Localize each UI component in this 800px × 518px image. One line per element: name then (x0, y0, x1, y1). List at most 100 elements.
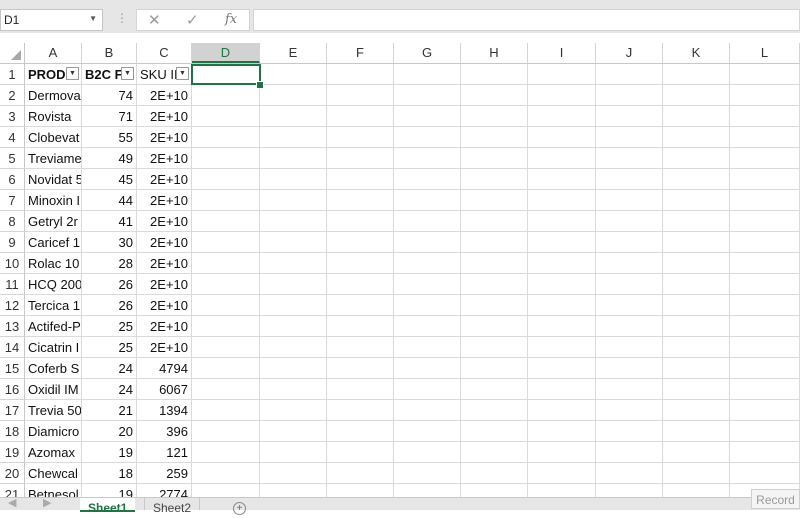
cell-b[interactable]: 45 (82, 169, 137, 190)
cell-c[interactable]: SKU II ▼ (137, 64, 192, 85)
cell-h[interactable] (461, 211, 528, 232)
cell-h[interactable] (461, 463, 528, 484)
cell-d[interactable] (192, 127, 260, 148)
cell-k[interactable] (663, 190, 730, 211)
cell-e[interactable] (260, 85, 327, 106)
cell-d[interactable] (192, 295, 260, 316)
cell-j[interactable] (596, 64, 663, 85)
row-header[interactable]: 14 (0, 337, 25, 358)
cell-i[interactable] (528, 106, 596, 127)
cell-g[interactable] (394, 211, 461, 232)
cell-f[interactable] (327, 484, 394, 497)
row-header[interactable]: 19 (0, 442, 25, 463)
cell-h[interactable] (461, 169, 528, 190)
cell-d[interactable] (192, 442, 260, 463)
cell-l[interactable] (730, 442, 800, 463)
cell-g[interactable] (394, 484, 461, 497)
cell-d[interactable] (192, 211, 260, 232)
cell-i[interactable] (528, 190, 596, 211)
cell-g[interactable] (394, 400, 461, 421)
cell-f[interactable] (327, 106, 394, 127)
cell-b[interactable]: 49 (82, 148, 137, 169)
cell-e[interactable] (260, 484, 327, 497)
cell-e[interactable] (260, 274, 327, 295)
cell-a[interactable]: Coferb S (25, 358, 82, 379)
cell-k[interactable] (663, 106, 730, 127)
column-header-d[interactable]: D (192, 43, 260, 63)
cell-c[interactable]: 2E+10 (137, 127, 192, 148)
cell-i[interactable] (528, 127, 596, 148)
cell-f[interactable] (327, 64, 394, 85)
cell-c[interactable]: 2E+10 (137, 148, 192, 169)
cell-a[interactable]: Actifed-P (25, 316, 82, 337)
cell-i[interactable] (528, 337, 596, 358)
cell-i[interactable] (528, 442, 596, 463)
filter-dropdown-icon[interactable]: ▼ (121, 67, 134, 80)
cell-l[interactable] (730, 274, 800, 295)
cell-l[interactable] (730, 379, 800, 400)
cell-j[interactable] (596, 148, 663, 169)
column-header-h[interactable]: H (461, 43, 528, 63)
cell-b[interactable]: 24 (82, 379, 137, 400)
cell-k[interactable] (663, 463, 730, 484)
cell-b[interactable]: 26 (82, 295, 137, 316)
row-header[interactable]: 8 (0, 211, 25, 232)
cell-e[interactable] (260, 337, 327, 358)
cell-b[interactable]: 21 (82, 400, 137, 421)
cell-g[interactable] (394, 421, 461, 442)
cell-c[interactable]: 2E+10 (137, 211, 192, 232)
cell-g[interactable] (394, 148, 461, 169)
cell-a[interactable]: Diamicro (25, 421, 82, 442)
column-header-k[interactable]: K (663, 43, 730, 63)
cell-c[interactable]: 2E+10 (137, 232, 192, 253)
cell-j[interactable] (596, 484, 663, 497)
cell-i[interactable] (528, 211, 596, 232)
cell-a[interactable]: Getryl 2r (25, 211, 82, 232)
cell-e[interactable] (260, 232, 327, 253)
cell-d[interactable] (192, 316, 260, 337)
cell-d[interactable] (192, 232, 260, 253)
cell-c[interactable]: 1394 (137, 400, 192, 421)
cell-f[interactable] (327, 211, 394, 232)
cell-j[interactable] (596, 379, 663, 400)
fill-handle[interactable] (256, 81, 264, 89)
cell-h[interactable] (461, 379, 528, 400)
cell-e[interactable] (260, 358, 327, 379)
cell-l[interactable] (730, 337, 800, 358)
cell-l[interactable] (730, 127, 800, 148)
cell-d[interactable] (192, 379, 260, 400)
cell-h[interactable] (461, 106, 528, 127)
cell-h[interactable] (461, 127, 528, 148)
cell-g[interactable] (394, 169, 461, 190)
cell-a[interactable]: Tercica 1 (25, 295, 82, 316)
cell-g[interactable] (394, 337, 461, 358)
cell-h[interactable] (461, 253, 528, 274)
cell-k[interactable] (663, 484, 730, 497)
cell-h[interactable] (461, 337, 528, 358)
cell-a[interactable]: Chewcal (25, 463, 82, 484)
cell-e[interactable] (260, 463, 327, 484)
cell-l[interactable] (730, 358, 800, 379)
cell-j[interactable] (596, 400, 663, 421)
cell-b[interactable]: 25 (82, 337, 137, 358)
cell-c[interactable]: 396 (137, 421, 192, 442)
cell-k[interactable] (663, 316, 730, 337)
cell-i[interactable] (528, 64, 596, 85)
cell-f[interactable] (327, 421, 394, 442)
row-header[interactable]: 20 (0, 463, 25, 484)
cell-g[interactable] (394, 253, 461, 274)
cell-e[interactable] (260, 190, 327, 211)
cell-a[interactable]: Betnesol (25, 484, 82, 497)
cell-k[interactable] (663, 421, 730, 442)
cell-h[interactable] (461, 232, 528, 253)
cell-e[interactable] (260, 442, 327, 463)
cell-b[interactable]: 18 (82, 463, 137, 484)
cell-b[interactable]: 55 (82, 127, 137, 148)
enter-icon[interactable]: ✓ (186, 11, 199, 29)
cell-f[interactable] (327, 85, 394, 106)
insert-function-icon[interactable]: fx (225, 12, 237, 27)
column-header-j[interactable]: J (596, 43, 663, 63)
cell-d[interactable] (192, 253, 260, 274)
cell-l[interactable] (730, 232, 800, 253)
column-header-a[interactable]: A (25, 43, 82, 63)
